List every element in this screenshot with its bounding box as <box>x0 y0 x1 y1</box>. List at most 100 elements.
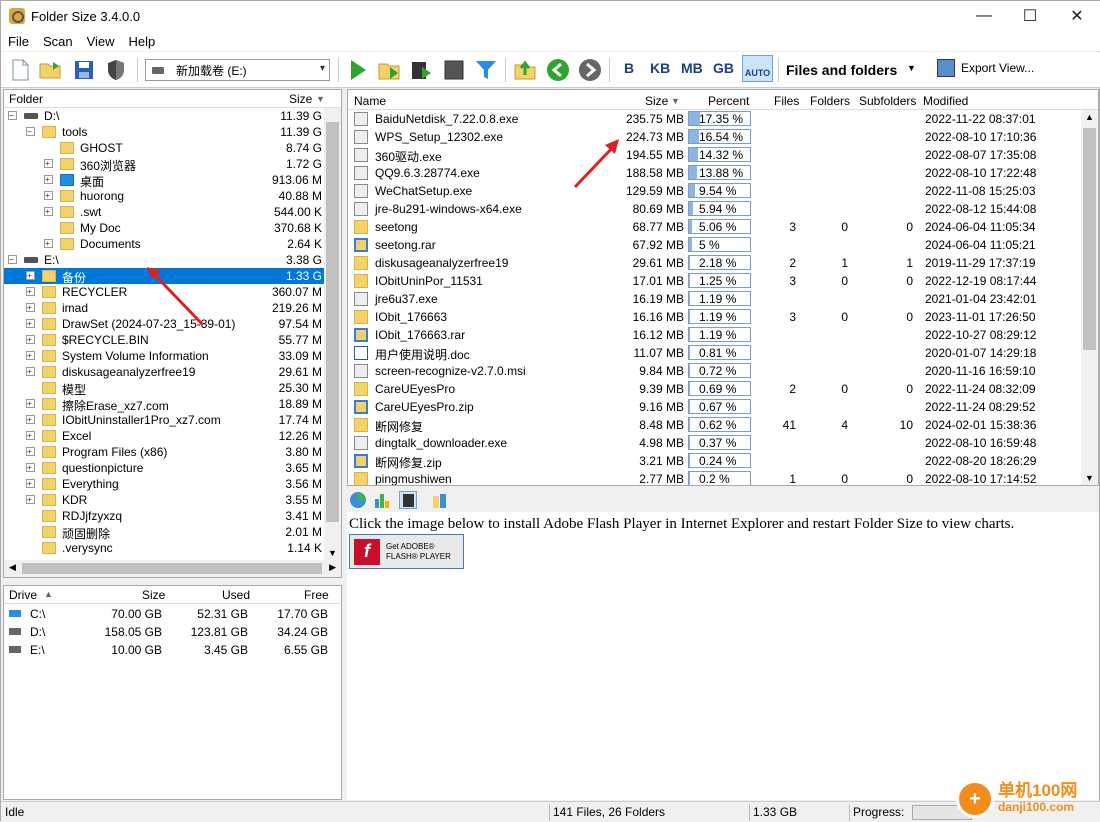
expand-icon[interactable]: + <box>26 335 35 344</box>
expand-icon[interactable]: + <box>26 351 35 360</box>
expand-icon[interactable]: + <box>26 479 35 488</box>
chevron-down-icon[interactable]: ▼ <box>907 63 916 73</box>
file-row[interactable]: seetong 68.77 MB 5.06 % 3 0 0 2024-06-04 11:05… <box>348 218 1083 236</box>
collapse-icon[interactable]: − <box>26 127 35 136</box>
drive-row[interactable]: E:\ 10.00 GB 3.45 GB 6.55 GB <box>4 641 341 659</box>
file-row[interactable]: 断网修复 8.48 MB 0.62 % 41 4 10 2024-02-01 15:38:3… <box>348 416 1083 434</box>
tree-row[interactable]: +360浏览器 1.72 G <box>4 156 324 173</box>
tree-row[interactable]: + IObitUninstaller1Pro_xz7.com 17.74 M <box>4 412 324 428</box>
expand-icon[interactable]: + <box>44 175 53 184</box>
scan-drive-icon[interactable] <box>409 57 435 83</box>
scroll-right-icon[interactable]: ▶ <box>329 562 336 573</box>
tree-row[interactable]: + 桌面 913.06 M <box>4 172 324 189</box>
tree-row[interactable]: + diskusageanalyzerfree19 29.61 M <box>4 364 324 380</box>
tree-row[interactable]: .verysync 1.14 K <box>4 540 324 556</box>
save-icon[interactable] <box>71 57 97 83</box>
tree-vertical-scrollbar[interactable]: ▼ <box>324 108 341 560</box>
expand-icon[interactable]: + <box>26 447 35 456</box>
column-files[interactable]: Files <box>774 94 799 108</box>
expand-icon[interactable]: + <box>26 463 35 472</box>
expand-icon[interactable]: + <box>26 287 35 296</box>
file-row[interactable]: dingtalk_downloader.exe 4.98 MB 0.37 % 2022… <box>348 434 1083 452</box>
tree-row[interactable]: 顽固删除 2.01 M <box>4 524 324 541</box>
tree-row[interactable]: + huorong 40.88 M <box>4 188 324 204</box>
file-row[interactable]: diskusageanalyzerfree19 29.61 MB 2.18 % 2 1 1… <box>348 254 1083 272</box>
filter-icon[interactable] <box>473 57 499 83</box>
unit-mb-button[interactable]: MB <box>681 60 703 76</box>
tree-row[interactable]: − D:\ 11.39 G <box>4 108 324 124</box>
tree-row[interactable]: + Everything 3.56 M <box>4 476 324 492</box>
drive-row[interactable]: D:\ 158.05 GB 123.81 GB 34.24 GB <box>4 623 341 641</box>
column-used[interactable]: Used <box>222 588 250 602</box>
expand-icon[interactable]: + <box>26 495 35 504</box>
scroll-thumb[interactable] <box>326 122 339 522</box>
scroll-down-icon[interactable]: ▼ <box>328 548 337 558</box>
pie-chart-icon[interactable] <box>349 491 367 509</box>
tree-row[interactable]: + Excel 12.26 M <box>4 428 324 444</box>
unit-auto-button[interactable]: AUTO <box>742 55 773 82</box>
expand-icon[interactable]: + <box>26 303 35 312</box>
column-size[interactable]: Size <box>645 94 668 108</box>
tree-row[interactable]: 模型 25.30 M <box>4 380 324 397</box>
tree-row[interactable]: + .swt 544.00 K <box>4 204 324 220</box>
tree-row[interactable]: + $RECYCLE.BIN 55.77 M <box>4 332 324 348</box>
scroll-down-icon[interactable]: ▼ <box>1085 473 1094 483</box>
scroll-thumb[interactable] <box>1083 128 1096 350</box>
file-row[interactable]: jre6u37.exe 16.19 MB 1.19 % 2021-01-04 23:4… <box>348 290 1083 308</box>
tree-horizontal-scrollbar[interactable]: ◀ ▶ <box>4 560 341 577</box>
expand-icon[interactable]: + <box>44 159 53 168</box>
bar-chart-icon[interactable] <box>373 491 391 509</box>
unit-bytes-button[interactable]: B <box>624 60 634 76</box>
file-row[interactable]: IObitUninPor_11531 17.01 MB 1.25 % 3 0 0 2022-… <box>348 272 1083 290</box>
tree-row[interactable]: + System Volume Information 33.09 M <box>4 348 324 364</box>
close-button[interactable]: ✕ <box>1054 1 1100 31</box>
column-free[interactable]: Free <box>304 588 329 602</box>
unit-gb-button[interactable]: GB <box>713 60 734 76</box>
drive-select[interactable]: 新加载卷 (E:) ▾ <box>145 59 330 81</box>
tree-row[interactable]: + KDR 3.55 M <box>4 492 324 508</box>
expand-icon[interactable]: + <box>26 415 35 424</box>
folders-chart-icon[interactable] <box>431 491 449 509</box>
scan-folder-icon[interactable] <box>377 57 403 83</box>
shield-icon[interactable] <box>103 57 129 83</box>
column-size[interactable]: Size <box>289 92 312 106</box>
column-name[interactable]: Name <box>354 94 386 108</box>
menu-help[interactable]: Help <box>122 34 163 49</box>
export-view-button[interactable]: Export View... <box>937 59 1034 77</box>
file-row[interactable]: WPS_Setup_12302.exe 224.73 MB 16.54 % 2022-… <box>348 128 1083 146</box>
drive-row[interactable]: C:\ 70.00 GB 52.31 GB 17.70 GB <box>4 605 341 623</box>
expand-icon[interactable]: + <box>26 319 35 328</box>
file-list-scrollbar[interactable]: ▲ ▼ <box>1081 110 1098 485</box>
scroll-up-icon[interactable]: ▲ <box>1085 112 1094 122</box>
tree-row[interactable]: + 擦除Erase_xz7.com 18.89 M <box>4 396 324 413</box>
column-percent[interactable]: Percent <box>708 94 749 108</box>
file-row[interactable]: 用户使用说明.doc 11.07 MB 0.81 % 2020-01-07 14:29… <box>348 344 1083 362</box>
file-row[interactable]: 360驱动.exe 194.55 MB 14.32 % 2022-08-07 17:3… <box>348 146 1083 164</box>
open-folder-icon[interactable] <box>38 57 64 83</box>
scroll-thumb[interactable] <box>22 563 322 574</box>
menu-scan[interactable]: Scan <box>36 34 80 49</box>
file-row[interactable]: jre-8u291-windows-x64.exe 80.69 MB 5.94 % 2… <box>348 200 1083 218</box>
files-chart-icon[interactable] <box>399 491 417 509</box>
expand-icon[interactable]: + <box>44 207 53 216</box>
tree-row[interactable]: RDJjfzyxzq 3.41 M <box>4 508 324 524</box>
tree-row[interactable]: + questionpicture 3.65 M <box>4 460 324 476</box>
new-file-icon[interactable] <box>7 57 33 83</box>
file-row[interactable]: CareUEyesPro.zip 9.16 MB 0.67 % 2022-11-24 … <box>348 398 1083 416</box>
maximize-button[interactable]: ☐ <box>1007 1 1053 31</box>
file-row[interactable]: IObit_176663 16.16 MB 1.19 % 3 0 0 2023-11-01 … <box>348 308 1083 326</box>
column-folders[interactable]: Folders <box>810 94 850 108</box>
get-flash-player-button[interactable]: f Get ADOBE® FLASH® PLAYER <box>349 534 464 569</box>
file-row[interactable]: IObit_176663.rar 16.12 MB 1.19 % 2022-10-27… <box>348 326 1083 344</box>
scroll-left-icon[interactable]: ◀ <box>9 562 16 573</box>
file-row[interactable]: screen-recognize-v2.7.0.msi 9.84 MB 0.72 %… <box>348 362 1083 380</box>
file-row[interactable]: BaiduNetdisk_7.22.0.8.exe 235.75 MB 17.35 … <box>348 110 1083 128</box>
collapse-icon[interactable]: − <box>8 255 17 264</box>
file-row[interactable]: pingmushiwen 2.77 MB 0.2 % 1 0 0 2022-08-10 17… <box>348 470 1083 485</box>
collapse-icon[interactable]: − <box>8 111 17 120</box>
expand-icon[interactable]: + <box>26 399 35 408</box>
file-row[interactable]: seetong.rar 67.92 MB 5 % 2024-06-04 11:05:2… <box>348 236 1083 254</box>
up-folder-icon[interactable] <box>513 57 539 83</box>
forward-icon[interactable] <box>577 57 603 83</box>
file-row[interactable]: QQ9.6.3.28774.exe 188.58 MB 13.88 % 2022-08… <box>348 164 1083 182</box>
